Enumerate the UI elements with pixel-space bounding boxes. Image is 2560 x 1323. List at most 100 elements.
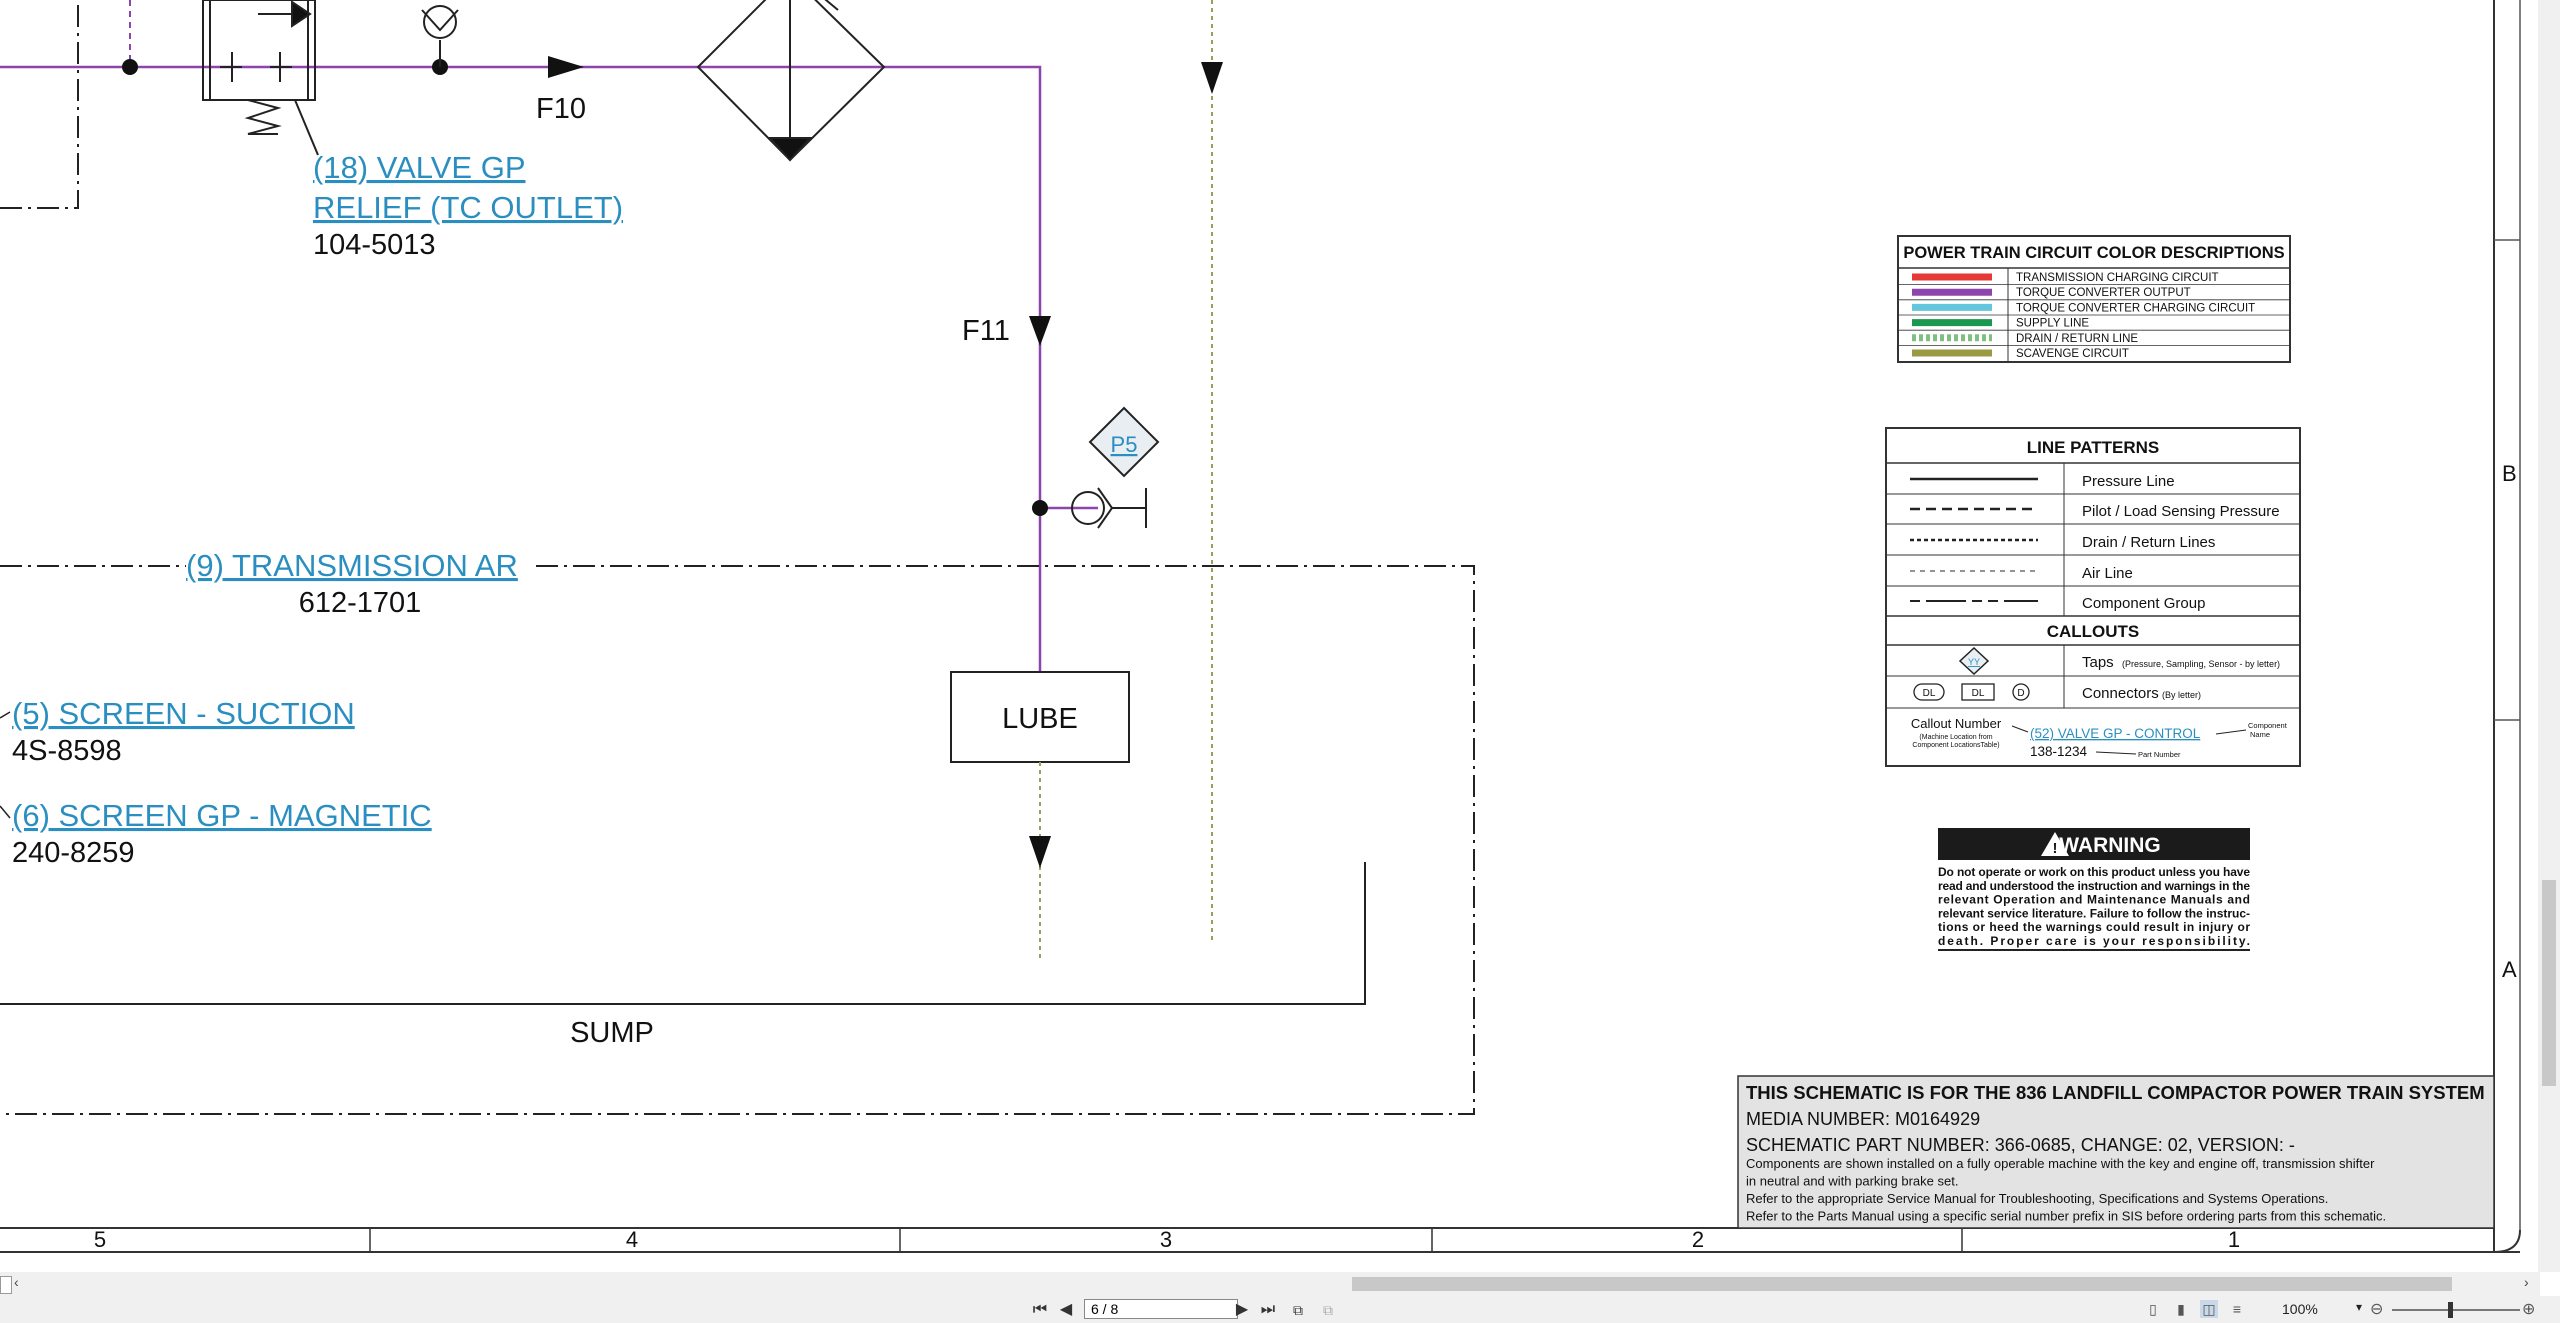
grid-col-3: 3 [1160,1227,1172,1252]
scroll-left-icon[interactable]: ‹ [14,1274,19,1290]
warning-text-line: death. Proper care is your responsibilit… [1938,934,2250,948]
callout-screen-6[interactable]: (6) SCREEN GP - MAGNETIC [12,798,432,833]
pattern-label-5: Component Group [2082,595,2205,612]
legend-label: DRAIN / RETURN LINE [2016,333,2138,345]
part-number-valve-18: 104-5013 [313,229,436,261]
continuous-page-icon[interactable]: ▮ [2172,1300,2190,1318]
connector-symbol-1: DL [1923,688,1936,699]
part-number-screen-6: 240-8259 [12,837,135,869]
sump-outline [0,862,1366,1005]
label-f11: F11 [962,315,1010,347]
title-block-note: Refer to the appropriate Service Manual … [1746,1191,2328,1206]
part-number-transmission: 612-1701 [299,587,422,619]
legend-label: TORQUE CONVERTER OUTPUT [2016,287,2191,299]
title-block-note: in neutral and with parking brake set. [1746,1174,1958,1189]
callouts-title: CALLOUTS [2047,622,2140,641]
last-page-icon[interactable]: ⏭ [1258,1300,1278,1320]
vertical-scrollbar[interactable] [2538,0,2560,1272]
warning-text-line: relevant Operation and Maintenance Manua… [1938,893,2250,907]
flow-arrow [1201,62,1223,94]
scroll-corner [0,1276,12,1294]
connector-symbol-2: DL [1972,688,1985,699]
grid-col-5: 5 [94,1227,106,1252]
callout-valve-18-line1[interactable]: (18) VALVE GP [313,150,526,185]
grid-col-1: 1 [2228,1227,2240,1252]
page-number-input[interactable] [1084,1299,1238,1319]
viewer-status-bar: ⏮ ◀ ▶ ⏭ ⧉ ⧉ ▯ ▮ ◫ ≡ 100% ▾ ⊖ ⊕ [0,1296,2560,1323]
connectors-label: Connectors [2082,685,2159,702]
zoom-out-icon[interactable]: ⊖ [2370,1299,2383,1319]
check-valve-symbol [421,5,459,67]
tap-p5[interactable]: P5 [1088,406,1160,478]
legend-label: TRANSMISSION CHARGING CIRCUIT [2016,272,2219,284]
flow-arrow [1029,316,1051,346]
title-block-note: Refer to the Parts Manual using a specif… [1746,1209,2386,1224]
pattern-label-1: Pressure Line [2082,473,2175,490]
title-block-media-number: MEDIA NUMBER: M0164929 [1746,1109,1980,1129]
example-callout-link[interactable]: (52) VALVE GP - CONTROL [2030,726,2201,741]
scroll-right-icon[interactable]: › [2524,1274,2529,1290]
title-block: THIS SCHEMATIC IS FOR THE 836 LANDFILL C… [1737,1075,2495,1229]
vertical-scroll-thumb[interactable] [2542,880,2556,1086]
relief-valve-symbol [202,0,319,156]
horizontal-scroll-thumb[interactable] [1352,1277,2452,1291]
part-number-label: Part Number [2138,750,2181,759]
warning-text-line: relevant service literature. Failure to … [1938,906,2250,920]
junction-dot [122,59,138,75]
component-group-outline [0,0,79,209]
callout-number-note1: (Machine Location from [1919,734,1992,741]
label-lube: LUBE [1002,703,1078,735]
facing-pages-icon[interactable]: ◫ [2200,1300,2218,1318]
schematic-page: B A 5 4 3 2 1 F10 F11 P5 (9) TRANSMISSIO… [0,0,2560,1323]
zoom-level[interactable]: 100% [2282,1301,2318,1317]
grid-col-4: 4 [626,1227,638,1252]
taps-note: (Pressure, Sampling, Sensor - by letter) [2122,659,2280,669]
component-name-label2: Name [2250,730,2270,739]
warning-title: WARNING [2059,834,2161,857]
callout-number-note2: Component LocationsTable) [1912,742,1999,749]
warning-text-line: Do not operate or work on this product u… [1938,865,2250,879]
part-number-screen-5: 4S-8598 [12,735,122,767]
continuous-facing-icon[interactable]: ≡ [2228,1300,2246,1318]
color-legend-table: POWER TRAIN CIRCUIT COLOR DESCRIPTIONS T… [1897,235,2291,363]
taps-label: Taps [2082,654,2114,671]
pattern-label-3: Drain / Return Lines [2082,534,2215,551]
line-patterns-title: LINE PATTERNS [2027,438,2160,457]
grid-row-b: B [2502,461,2517,486]
zoom-slider-track[interactable] [2392,1309,2520,1311]
warning-text-line: read and understood the instruction and … [1938,879,2250,893]
warning-text-line: tions or heed the warnings could result … [1938,920,2250,934]
zoom-in-icon[interactable]: ⊕ [2522,1299,2535,1319]
next-page-icon[interactable]: ▶ [1232,1300,1252,1320]
color-legend-title: POWER TRAIN CIRCUIT COLOR DESCRIPTIONS [1903,244,2284,262]
line-patterns-table: LINE PATTERNS Pressure Line Pilot / Load… [1885,427,2301,767]
callout-number-label: Callout Number [1911,716,2002,731]
flow-arrow [548,56,584,78]
zoom-slider-knob[interactable] [2448,1302,2453,1318]
previous-view-icon[interactable]: ⧉ [1288,1300,1308,1320]
zoom-dropdown-icon[interactable]: ▾ [2356,1300,2362,1314]
legend-label: TORQUE CONVERTER CHARGING CIRCUIT [2016,302,2255,314]
junction-dot [1032,500,1048,516]
label-f10: F10 [536,93,586,125]
previous-page-icon[interactable]: ◀ [1056,1300,1076,1320]
next-view-icon[interactable]: ⧉ [1318,1300,1338,1320]
callout-valve-18-line2[interactable]: RELIEF (TC OUTLET) [313,190,623,225]
pattern-label-4: Air Line [2082,565,2133,582]
single-page-icon[interactable]: ▯ [2144,1300,2162,1318]
tap-p5-link[interactable]: P5 [1111,432,1138,457]
component-name-label1: Component [2248,721,2288,730]
callout-screen-5[interactable]: (5) SCREEN - SUCTION [12,696,355,731]
first-page-icon[interactable]: ⏮ [1030,1300,1050,1320]
title-block-title: THIS SCHEMATIC IS FOR THE 836 LANDFILL C… [1746,1082,2485,1103]
example-part-number: 138-1234 [2030,744,2088,759]
tap-symbol-label: YY [1968,657,1980,667]
label-sump: SUMP [570,1017,654,1049]
horizontal-scrollbar[interactable]: ‹ › [0,1272,2540,1296]
connectors-note: (By letter) [2162,690,2201,700]
transmission-group-outline [0,565,1475,1115]
schematic-canvas: B A 5 4 3 2 1 F10 F11 P5 (9) TRANSMISSIO… [0,0,2521,1253]
title-block-part-number: SCHEMATIC PART NUMBER: 366-0685, CHANGE:… [1746,1135,2295,1155]
callout-transmission-9[interactable]: (9) TRANSMISSION AR [186,548,518,583]
connector-symbol-3: D [2017,688,2024,699]
